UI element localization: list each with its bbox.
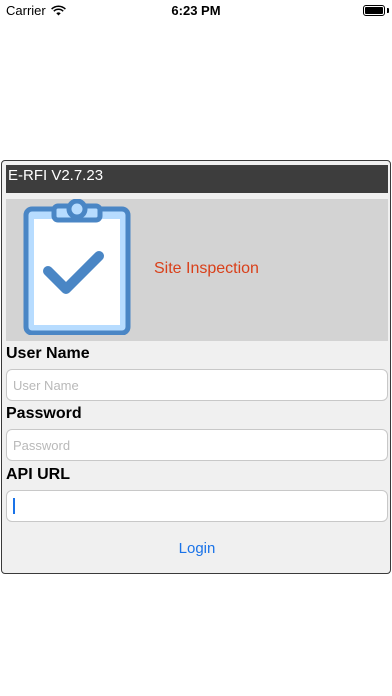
password-input[interactable] — [6, 429, 388, 461]
banner-title: Site Inspection — [154, 260, 259, 277]
battery-tip — [387, 8, 389, 13]
dialog-title: E-RFI V2.7.23 — [6, 165, 388, 193]
api-url-label: API URL — [6, 466, 70, 483]
status-time: 6:23 PM — [171, 3, 221, 18]
login-dialog: E-RFI V2.7.23 Site Inspection User Name … — [1, 160, 391, 574]
username-input[interactable] — [6, 369, 388, 401]
status-bar: Carrier 6:23 PM — [0, 0, 392, 22]
battery-level — [365, 7, 383, 14]
api-url-input[interactable] — [6, 490, 388, 522]
text-caret — [13, 498, 15, 514]
clipboard-check-icon — [23, 199, 131, 335]
login-button[interactable]: Login — [2, 537, 392, 559]
battery-icon — [363, 5, 385, 16]
username-label: User Name — [6, 345, 90, 362]
password-label: Password — [6, 405, 82, 422]
app-banner: Site Inspection — [6, 199, 388, 341]
